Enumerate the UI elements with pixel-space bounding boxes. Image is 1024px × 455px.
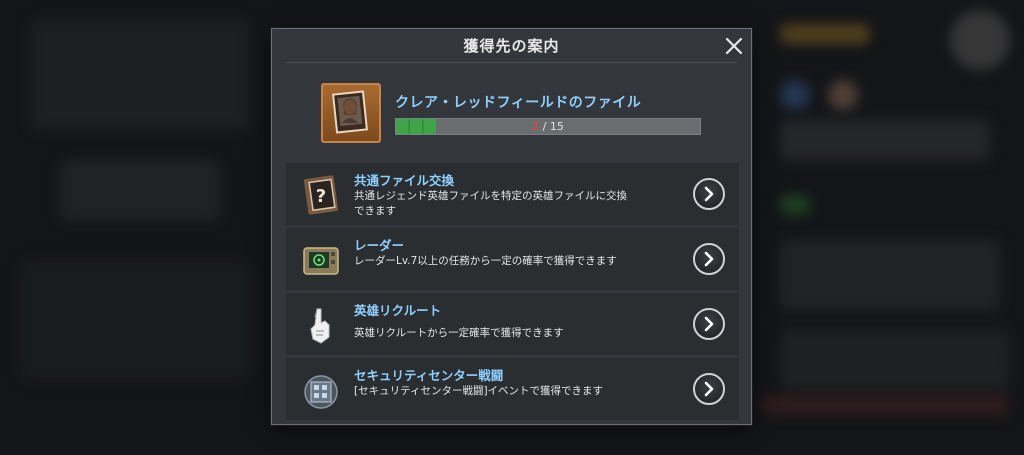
close-icon[interactable] — [723, 35, 745, 57]
source-title: 英雄リクルート — [354, 303, 442, 318]
chevron-right-icon — [704, 186, 714, 202]
title-divider — [286, 62, 737, 63]
chevron-right-icon — [704, 381, 714, 397]
source-description: レーダーLv.7以上の任務から一定の確率で獲得できます — [354, 255, 617, 267]
source-row-radar[interactable]: レーダー レーダーLv.7以上の任務から一定の確率で獲得できます — [286, 228, 739, 290]
source-title: 共通ファイル交換 — [354, 173, 455, 188]
source-title: レーダー — [354, 238, 405, 253]
go-arrow-button[interactable] — [693, 243, 725, 275]
go-arrow-button[interactable] — [693, 308, 725, 340]
security-center-icon — [299, 368, 343, 412]
source-row-security-center[interactable]: セキュリティセンター戦闘 [セキュリティセンター戦闘]イベントで獲得できます — [286, 358, 739, 420]
progress-separator: / — [542, 120, 547, 133]
source-description: 共通レジェンド英雄ファイルを特定の英雄ファイルに交換できます — [354, 190, 627, 217]
collection-progress-bar: 2 / 15 — [395, 118, 701, 135]
question-file-icon: ? — [299, 173, 343, 217]
go-arrow-button[interactable] — [693, 373, 725, 405]
chevron-right-icon — [704, 251, 714, 267]
acquisition-guide-dialog: 獲得先の案内 クレア・レッドフィールドのファイル 2 / 15 ? 共通ファイル… — [271, 28, 752, 425]
progress-total: 15 — [549, 120, 564, 133]
progress-current: 2 — [532, 120, 540, 133]
go-arrow-button[interactable] — [693, 178, 725, 210]
source-row-file-exchange[interactable]: ? 共通ファイル交換 共通レジェンド英雄ファイルを特定の英雄ファイルに交換できま… — [286, 163, 739, 225]
source-description: 英雄リクルートから一定確率で獲得できます — [354, 327, 564, 339]
progress-text: 2 / 15 — [396, 119, 700, 134]
source-row-recruit[interactable]: 英雄リクルート 英雄リクルートから一定確率で獲得できます — [286, 293, 739, 355]
radar-device-icon — [299, 238, 343, 282]
item-name: クレア・レッドフィールドのファイル — [395, 95, 642, 111]
svg-text:?: ? — [316, 186, 326, 207]
portrait-file-icon — [321, 83, 381, 143]
recruit-hand-icon — [299, 303, 343, 347]
chevron-right-icon — [704, 316, 714, 332]
source-description: [セキュリティセンター戦闘]イベントで獲得できます — [354, 385, 604, 397]
dialog-title: 獲得先の案内 — [463, 37, 560, 55]
source-title: セキュリティセンター戦闘 — [354, 368, 504, 383]
